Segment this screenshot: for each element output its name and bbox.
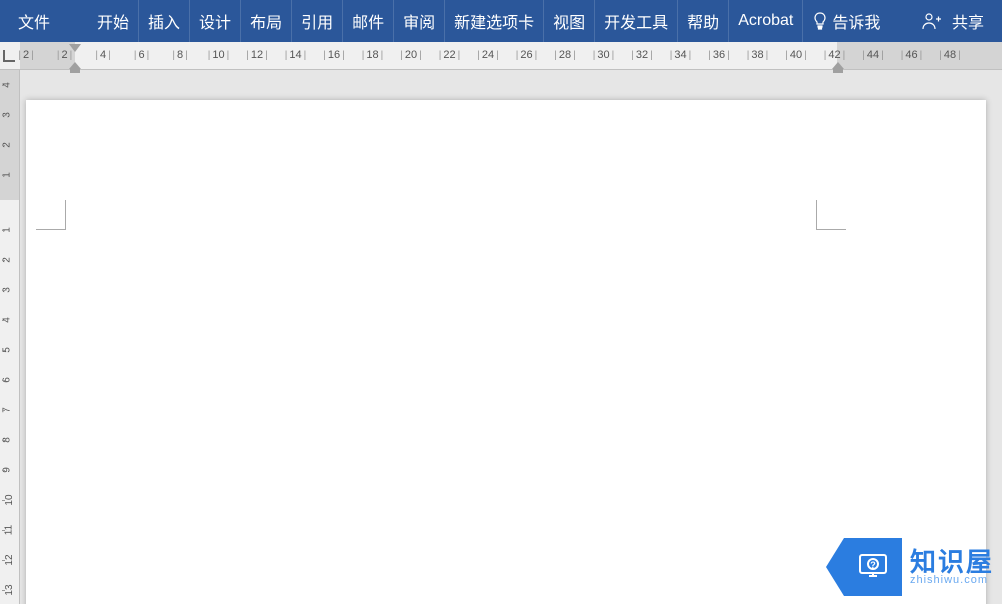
tab-help[interactable]: 帮助 xyxy=(678,0,729,42)
ruler-h-number: 48 xyxy=(939,49,960,61)
first-line-indent-marker[interactable] xyxy=(69,44,81,52)
watermark-monitor-icon: ? xyxy=(844,538,902,596)
ruler-v-number: 10 xyxy=(4,494,15,505)
ruler-h-number: 46 xyxy=(901,49,922,61)
ruler-h-number: 10 xyxy=(208,49,229,61)
tab-mailings[interactable]: 邮件 xyxy=(343,0,394,42)
left-indent-marker[interactable] xyxy=(69,62,81,69)
ruler-h-number: 8 xyxy=(172,49,187,61)
ruler-h-number: 28 xyxy=(554,49,575,61)
main-area: 432112345678910111213 xyxy=(0,70,1002,604)
ruler-h-number: 32 xyxy=(631,49,652,61)
ruler-h-number: 26 xyxy=(516,49,537,61)
ruler-h-number: 16 xyxy=(323,49,344,61)
tab-layout[interactable]: 布局 xyxy=(241,0,292,42)
tab-custom-new[interactable]: 新建选项卡 xyxy=(445,0,544,42)
watermark-logo: ? 知识屋 zhishiwu.com xyxy=(844,538,994,596)
ruler-h-number: 42 xyxy=(824,49,845,61)
vertical-ruler[interactable]: 432112345678910111213 xyxy=(0,70,20,604)
tab-design[interactable]: 设计 xyxy=(190,0,241,42)
tab-home[interactable]: 开始 xyxy=(88,0,139,42)
lightbulb-icon xyxy=(812,12,828,30)
ribbon-tabs: 文件 开始 插入 设计 布局 引用 邮件 审阅 新建选项卡 视图 开发工具 帮助… xyxy=(0,0,1002,42)
ruler-h-number: 36 xyxy=(708,49,729,61)
right-indent-marker[interactable] xyxy=(832,62,844,69)
ribbon-right: 共享 xyxy=(914,9,1002,33)
ruler-h-number: 30 xyxy=(593,49,614,61)
tab-view[interactable]: 视图 xyxy=(544,0,595,42)
tab-review[interactable]: 审阅 xyxy=(394,0,445,42)
tab-references[interactable]: 引用 xyxy=(292,0,343,42)
tab-acrobat[interactable]: Acrobat xyxy=(729,0,803,42)
ruler-h-number: 12 xyxy=(246,49,267,61)
ruler-h-number: 6 xyxy=(134,49,149,61)
tab-file[interactable]: 文件 xyxy=(0,0,68,42)
watermark-sub: zhishiwu.com xyxy=(910,575,994,586)
document-scroll-area[interactable] xyxy=(20,70,1002,604)
tab-developer[interactable]: 开发工具 xyxy=(595,0,678,42)
tab-selector-icon[interactable] xyxy=(3,50,15,62)
ruler-h-number: 2 xyxy=(18,49,33,61)
margin-corner-top-right xyxy=(816,200,846,230)
ruler-h-number: 34 xyxy=(670,49,691,61)
watermark-title: 知识屋 xyxy=(910,549,994,575)
tellme-label: 告诉我 xyxy=(832,9,880,33)
ruler-h-number: 22 xyxy=(439,49,460,61)
document-page[interactable] xyxy=(26,100,986,604)
person-share-icon xyxy=(922,12,942,30)
ruler-h-number: 4 xyxy=(95,49,110,61)
ruler-top-margin xyxy=(0,70,19,200)
ruler-h-ticks: 2246810121416182022242628303234363840424… xyxy=(20,42,1002,69)
ruler-v-number: 12 xyxy=(4,554,15,565)
ruler-h-number: 44 xyxy=(862,49,883,61)
horizontal-ruler[interactable]: 2246810121416182022242628303234363840424… xyxy=(0,42,1002,70)
ruler-h-number: 20 xyxy=(400,49,421,61)
ruler-h-number: 40 xyxy=(785,49,806,61)
share-label: 共享 xyxy=(952,9,984,33)
share-button[interactable]: 共享 xyxy=(914,9,992,33)
ruler-h-number: 18 xyxy=(362,49,383,61)
tab-tellme[interactable]: 告诉我 xyxy=(803,0,889,42)
ruler-v-number: 11 xyxy=(4,525,15,535)
ruler-v-number: 13 xyxy=(4,584,15,595)
ruler-h-number: 14 xyxy=(285,49,306,61)
svg-text:?: ? xyxy=(870,560,876,570)
ruler-h-number: 38 xyxy=(747,49,768,61)
tab-insert[interactable]: 插入 xyxy=(139,0,190,42)
ruler-h-number: 24 xyxy=(477,49,498,61)
margin-corner-top-left xyxy=(36,200,66,230)
